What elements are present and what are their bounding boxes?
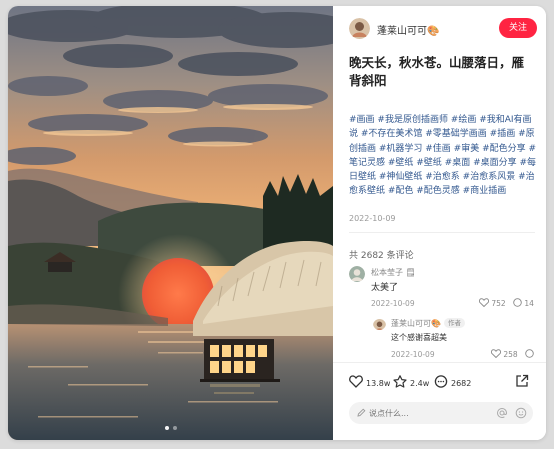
comment-date: 2022-10-09	[371, 299, 415, 308]
star-icon	[393, 375, 407, 388]
share-icon	[516, 374, 529, 387]
comment-input-box[interactable]	[349, 402, 533, 424]
author-name[interactable]: 蓬莱山可可🎨	[377, 22, 439, 37]
post-image[interactable]	[8, 6, 333, 440]
reply-author[interactable]: 蓬莱山可可🎨 作者	[391, 318, 465, 329]
comment-like-button[interactable]: 752	[478, 298, 506, 308]
pencil-icon	[357, 408, 366, 417]
reply-reply-button[interactable]	[525, 349, 534, 359]
comment-text: 太美了	[371, 283, 399, 293]
reply-like-button[interactable]: 258	[490, 349, 518, 359]
share-button[interactable]	[515, 373, 529, 392]
like-count: 13.8w	[366, 379, 391, 388]
reply-avatar[interactable]	[373, 317, 386, 330]
post-tags[interactable]: #画画 #我是原创插画师 #绘画 #我和AI有画说 #不存在美术馆 #零基础学画…	[349, 113, 539, 199]
carousel-dot[interactable]	[172, 426, 177, 430]
author-row: 蓬莱山可可🎨 关注	[349, 18, 537, 40]
commenter-avatar[interactable]	[349, 266, 365, 282]
post-detail-panel: 蓬莱山可可🎨 关注 晚天长，秋水苍。山腰落日，雁背斜阳 #画画 #我是原创插画师…	[333, 6, 546, 440]
reply-date: 2022-10-09	[391, 350, 435, 359]
follow-button[interactable]: 关注	[499, 18, 537, 38]
sunset-illustration	[8, 6, 333, 440]
comment-count: 共 2682 条评论	[349, 251, 414, 261]
comment-reply-button[interactable]: 14	[513, 298, 534, 308]
comment-like-count: 752	[491, 299, 506, 308]
reply-author-name: 蓬莱山可可🎨	[391, 319, 441, 328]
carousel-dots[interactable]	[8, 415, 333, 434]
comment-input[interactable]	[369, 406, 479, 420]
comment-icon	[434, 375, 448, 388]
post-date: 2022-10-09	[349, 214, 396, 223]
author-avatar[interactable]	[349, 18, 370, 39]
comment-icon	[525, 349, 534, 358]
author-badge: 作者	[443, 318, 465, 328]
engagement-bar: 13.8w 2.4w 2682	[333, 362, 546, 440]
post-title: 晚天长，秋水苍。山腰落日，雁背斜阳	[349, 55, 525, 88]
comment-icon	[513, 298, 522, 307]
comment-reply-count: 14	[524, 299, 534, 308]
reply-text: 这个感谢喜超美	[391, 333, 447, 342]
heart-icon	[478, 298, 490, 308]
heart-icon	[490, 349, 502, 359]
carousel-dot-active[interactable]	[164, 426, 169, 430]
divider	[349, 232, 535, 233]
emoji-icon[interactable]	[515, 407, 527, 419]
comment-total: 2682	[451, 379, 472, 388]
reply-like-count: 258	[503, 350, 518, 359]
collect-count: 2.4w	[410, 379, 430, 388]
at-mention-icon[interactable]	[496, 407, 508, 419]
post-card: 蓬莱山可可🎨 关注 晚天长，秋水苍。山腰落日，雁背斜阳 #画画 #我是原创插画师…	[8, 6, 546, 440]
heart-icon	[349, 375, 363, 388]
comment-author-name[interactable]: 松本莹子 🗒	[371, 267, 416, 278]
